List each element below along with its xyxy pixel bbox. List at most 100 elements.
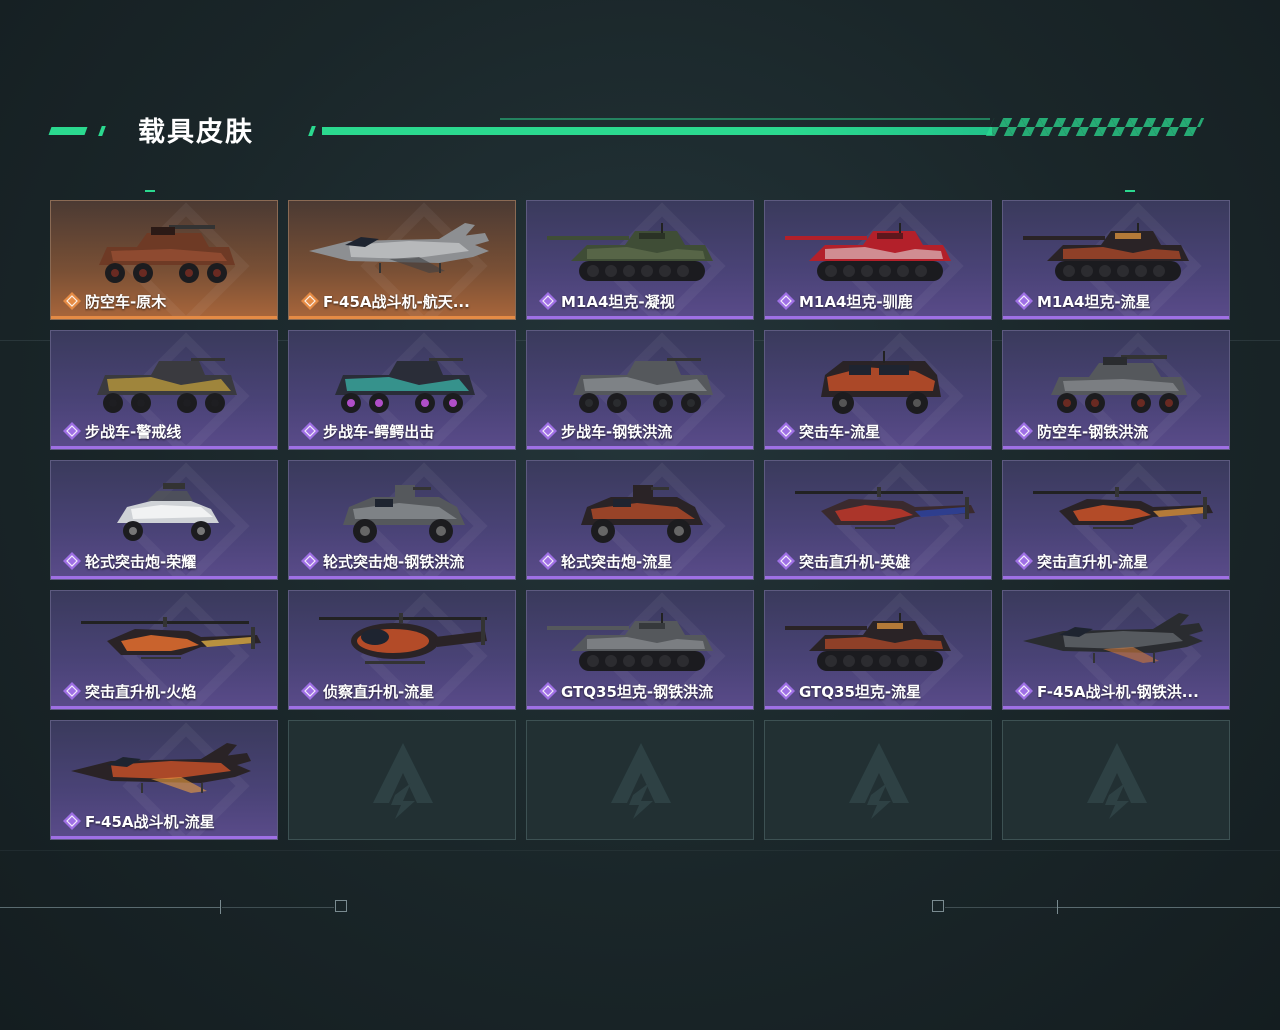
- skin-card[interactable]: 步战车-警戒线: [50, 330, 278, 450]
- rarity-strip: [1003, 446, 1229, 449]
- diamond-rarity-icon: [301, 292, 319, 310]
- rarity-strip: [51, 576, 277, 579]
- rarity-strip: [527, 316, 753, 319]
- rarity-strip: [765, 706, 991, 709]
- header-accent-bar-right: [322, 127, 992, 135]
- skin-card[interactable]: 轮式突击炮-荣耀: [50, 460, 278, 580]
- empty-skin-slot[interactable]: [288, 720, 516, 840]
- vehicle-image: [547, 223, 713, 281]
- skin-name: F-45A战斗机-流星: [85, 813, 215, 831]
- header-accent-tick-right: [308, 126, 316, 136]
- diamond-rarity-icon: [301, 682, 319, 700]
- skin-card[interactable]: GTQ35坦克-流星: [764, 590, 992, 710]
- page-title: 载具皮肤: [138, 117, 254, 148]
- skin-name: 轮式突击炮-荣耀: [85, 553, 197, 571]
- skin-card[interactable]: 突击直升机-火焰: [50, 590, 278, 710]
- skin-name: 防空车-原木: [85, 293, 167, 311]
- footer-line-right: [1058, 907, 1280, 908]
- skin-card[interactable]: 侦察直升机-流星: [288, 590, 516, 710]
- vehicle-image: [319, 613, 487, 664]
- skin-card[interactable]: M1A4坦克-驯鹿: [764, 200, 992, 320]
- empty-skin-slot[interactable]: [1002, 720, 1230, 840]
- skin-name: 突击车-流星: [799, 423, 881, 441]
- diamond-rarity-icon: [63, 422, 81, 440]
- skin-grid: 防空车-原木 F-45A战斗机-航天... M1A4坦克-凝视 M1A4坦克-驯…: [50, 200, 1230, 840]
- game-logo-watermark-icon: [373, 743, 433, 819]
- rarity-strip: [51, 446, 277, 449]
- skin-card[interactable]: M1A4坦克-流星: [1002, 200, 1230, 320]
- skin-name: M1A4坦克-驯鹿: [799, 293, 913, 311]
- vehicle-image: [117, 483, 219, 541]
- game-logo-watermark-icon: [611, 743, 671, 819]
- empty-skin-slot[interactable]: [526, 720, 754, 840]
- rarity-strip: [289, 446, 515, 449]
- skin-card[interactable]: 突击直升机-英雄: [764, 460, 992, 580]
- skin-name: F-45A战斗机-航天...: [323, 293, 470, 311]
- skin-card[interactable]: F-45A战斗机-钢铁洪...: [1002, 590, 1230, 710]
- skin-card[interactable]: F-45A战斗机-流星: [50, 720, 278, 840]
- vehicle-image: [309, 223, 489, 273]
- diamond-rarity-icon: [1015, 292, 1033, 310]
- skin-name: M1A4坦克-凝视: [561, 293, 675, 311]
- vehicle-image: [573, 358, 713, 413]
- diamond-rarity-icon: [539, 292, 557, 310]
- rarity-strip: [51, 316, 277, 319]
- skin-card[interactable]: 步战车-鳄鳄出击: [288, 330, 516, 450]
- header-corner-tick: [1125, 190, 1135, 192]
- vehicle-image: [785, 223, 951, 281]
- skin-name: 防空车-钢铁洪流: [1037, 423, 1149, 441]
- footer-tick-left: [220, 900, 221, 914]
- skin-name: 侦察直升机-流星: [323, 683, 435, 701]
- rarity-strip: [1003, 576, 1229, 579]
- rarity-strip: [527, 576, 753, 579]
- empty-skin-slot[interactable]: [764, 720, 992, 840]
- vehicle-image: [335, 358, 475, 413]
- diamond-rarity-icon: [539, 552, 557, 570]
- skin-card[interactable]: F-45A战斗机-航天...: [288, 200, 516, 320]
- skin-card[interactable]: 突击直升机-流星: [1002, 460, 1230, 580]
- game-logo-watermark-icon: [1087, 743, 1147, 819]
- skin-name: 突击直升机-英雄: [799, 553, 911, 571]
- vehicle-image: [1023, 613, 1203, 663]
- diamond-rarity-icon: [539, 422, 557, 440]
- header-accent-bar-left: [48, 127, 88, 135]
- diamond-rarity-icon: [777, 682, 795, 700]
- vehicle-image: [1051, 355, 1187, 413]
- skin-card[interactable]: 轮式突击炮-钢铁洪流: [288, 460, 516, 580]
- vehicle-image: [547, 613, 713, 671]
- skin-card[interactable]: 步战车-钢铁洪流: [526, 330, 754, 450]
- skin-name: 轮式突击炮-钢铁洪流: [323, 553, 465, 571]
- diamond-rarity-icon: [539, 682, 557, 700]
- diamond-rarity-icon: [63, 292, 81, 310]
- skin-card[interactable]: 突击车-流星: [764, 330, 992, 450]
- diamond-rarity-icon: [777, 552, 795, 570]
- skin-card[interactable]: 防空车-钢铁洪流: [1002, 330, 1230, 450]
- skin-name: GTQ35坦克-流星: [799, 683, 922, 701]
- skin-name: 突击直升机-火焰: [85, 683, 197, 701]
- rarity-strip: [527, 446, 753, 449]
- vehicle-image: [97, 358, 237, 413]
- diamond-rarity-icon: [301, 422, 319, 440]
- diamond-rarity-icon: [63, 812, 81, 830]
- page-header: 载具皮肤: [0, 0, 1280, 192]
- skin-name: F-45A战斗机-钢铁洪...: [1037, 683, 1199, 701]
- diamond-rarity-icon: [301, 552, 319, 570]
- skin-card[interactable]: 轮式突击炮-流星: [526, 460, 754, 580]
- rarity-strip: [1003, 706, 1229, 709]
- vehicle-image: [343, 485, 465, 543]
- skin-name: 步战车-钢铁洪流: [561, 423, 673, 441]
- diamond-rarity-icon: [63, 682, 81, 700]
- rarity-strip: [527, 706, 753, 709]
- rarity-strip: [289, 316, 515, 319]
- footer-line-left: [0, 907, 220, 908]
- skin-card[interactable]: M1A4坦克-凝视: [526, 200, 754, 320]
- skin-card[interactable]: 防空车-原木: [50, 200, 278, 320]
- skin-card[interactable]: GTQ35坦克-钢铁洪流: [526, 590, 754, 710]
- header-accent-line: [500, 118, 990, 120]
- vehicle-image: [81, 617, 261, 659]
- footer-square-left: [335, 900, 347, 912]
- skin-name: 轮式突击炮-流星: [561, 553, 673, 571]
- skin-name: GTQ35坦克-钢铁洪流: [561, 683, 714, 701]
- rarity-strip: [765, 576, 991, 579]
- footer-square-right: [932, 900, 944, 912]
